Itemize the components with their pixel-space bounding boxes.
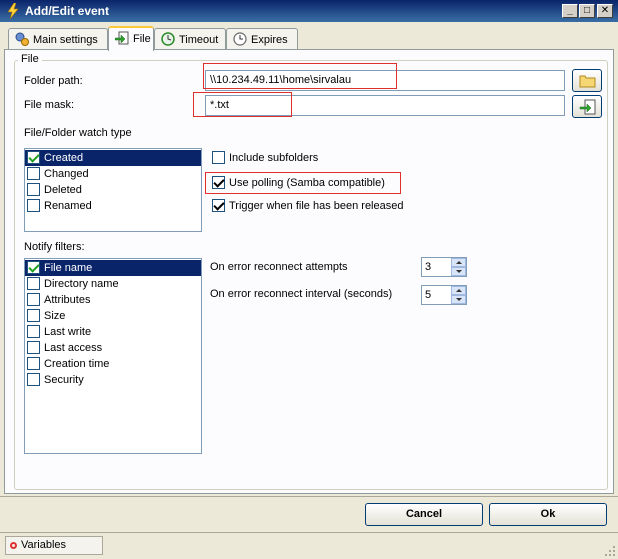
use-polling-checkbox[interactable]: Use polling (Samba compatible) bbox=[212, 176, 385, 189]
minimize-button[interactable]: _ bbox=[562, 4, 578, 18]
lightning-icon bbox=[7, 3, 19, 19]
file-arrow-icon bbox=[579, 99, 596, 115]
checkbox[interactable] bbox=[27, 309, 40, 322]
checkbox[interactable] bbox=[27, 357, 40, 370]
tab-expires[interactable]: Expires bbox=[226, 28, 298, 50]
checkbox[interactable] bbox=[27, 277, 40, 290]
separator bbox=[0, 496, 618, 497]
tab-file[interactable]: File bbox=[108, 26, 154, 51]
checkbox[interactable] bbox=[212, 151, 225, 164]
variables-icon bbox=[10, 542, 17, 549]
spinner-buttons bbox=[451, 258, 466, 276]
folder-icon bbox=[579, 75, 596, 88]
checkbox[interactable] bbox=[27, 293, 40, 306]
insert-variable-button[interactable] bbox=[572, 95, 602, 118]
status-bar: Variables bbox=[0, 532, 618, 559]
maximize-icon: □ bbox=[583, 5, 591, 16]
reconnect-interval-label: On error reconnect interval (seconds) bbox=[210, 288, 393, 300]
maximize-button[interactable]: □ bbox=[579, 4, 595, 18]
spin-down-button[interactable] bbox=[451, 267, 466, 276]
include-subfolders-checkbox[interactable]: Include subfolders bbox=[212, 151, 318, 164]
list-item-last-access[interactable]: Last access bbox=[25, 340, 201, 356]
tab-timeout[interactable]: Timeout bbox=[154, 28, 226, 50]
variables-button[interactable]: Variables bbox=[5, 536, 103, 555]
clock-icon bbox=[233, 32, 247, 46]
reconnect-attempts-value[interactable]: 3 bbox=[425, 261, 431, 273]
list-item-deleted[interactable]: Deleted bbox=[25, 182, 201, 198]
checkbox[interactable] bbox=[212, 176, 225, 189]
checkbox[interactable] bbox=[27, 167, 40, 180]
list-item-attributes[interactable]: Attributes bbox=[25, 292, 201, 308]
minimize-icon: _ bbox=[567, 5, 573, 16]
list-item-security[interactable]: Security bbox=[25, 372, 201, 388]
file-arrow-icon bbox=[115, 31, 129, 45]
window-title: Add/Edit event bbox=[25, 4, 110, 18]
trigger-released-checkbox[interactable]: Trigger when file has been released bbox=[212, 199, 403, 212]
close-button[interactable]: ✕ bbox=[597, 4, 613, 18]
folder-path-label: Folder path: bbox=[24, 75, 83, 87]
reconnect-interval-spinner[interactable]: 5 bbox=[421, 285, 467, 305]
reconnect-interval-value[interactable]: 5 bbox=[425, 289, 431, 301]
file-mask-input[interactable]: *.txt bbox=[205, 95, 565, 116]
checkbox[interactable] bbox=[212, 199, 225, 212]
file-mask-label: File mask: bbox=[24, 99, 75, 111]
list-item-file-name[interactable]: File name bbox=[25, 260, 201, 276]
spinner-buttons bbox=[451, 286, 466, 304]
checkbox[interactable] bbox=[27, 151, 40, 164]
spin-down-button[interactable] bbox=[451, 295, 466, 304]
gears-icon bbox=[15, 32, 29, 46]
spin-up-button[interactable] bbox=[451, 286, 466, 295]
notify-filters-list[interactable]: File name Directory name Attributes Size… bbox=[24, 258, 202, 454]
cancel-button[interactable]: Cancel bbox=[365, 503, 483, 526]
reconnect-attempts-spinner[interactable]: 3 bbox=[421, 257, 467, 277]
checkbox[interactable] bbox=[27, 373, 40, 386]
checkbox[interactable] bbox=[27, 341, 40, 354]
list-item-creation-time[interactable]: Creation time bbox=[25, 356, 201, 372]
tab-main-settings[interactable]: Main settings bbox=[8, 28, 108, 50]
spin-up-button[interactable] bbox=[451, 258, 466, 267]
file-group-legend: File bbox=[18, 53, 42, 65]
list-item-directory-name[interactable]: Directory name bbox=[25, 276, 201, 292]
folder-path-input[interactable]: \\10.234.49.11\home\sirvalau bbox=[205, 70, 565, 91]
resize-grip-icon[interactable] bbox=[604, 545, 616, 557]
checkbox[interactable] bbox=[27, 183, 40, 196]
list-item-renamed[interactable]: Renamed bbox=[25, 198, 201, 214]
list-item-last-write[interactable]: Last write bbox=[25, 324, 201, 340]
reconnect-attempts-label: On error reconnect attempts bbox=[210, 261, 348, 273]
title-bar: Add/Edit event _ □ ✕ bbox=[0, 0, 618, 22]
watch-type-label: File/Folder watch type bbox=[24, 127, 132, 139]
list-item-changed[interactable]: Changed bbox=[25, 166, 201, 182]
checkbox[interactable] bbox=[27, 261, 40, 274]
browse-folder-button[interactable] bbox=[572, 69, 602, 92]
close-icon: ✕ bbox=[600, 5, 610, 16]
refresh-clock-icon bbox=[161, 32, 175, 46]
watch-type-list[interactable]: Created Changed Deleted Renamed bbox=[24, 148, 202, 232]
checkbox[interactable] bbox=[27, 199, 40, 212]
ok-button[interactable]: Ok bbox=[489, 503, 607, 526]
notify-filters-label: Notify filters: bbox=[24, 241, 85, 253]
list-item-size[interactable]: Size bbox=[25, 308, 201, 324]
list-item-created[interactable]: Created bbox=[25, 150, 201, 166]
checkbox[interactable] bbox=[27, 325, 40, 338]
